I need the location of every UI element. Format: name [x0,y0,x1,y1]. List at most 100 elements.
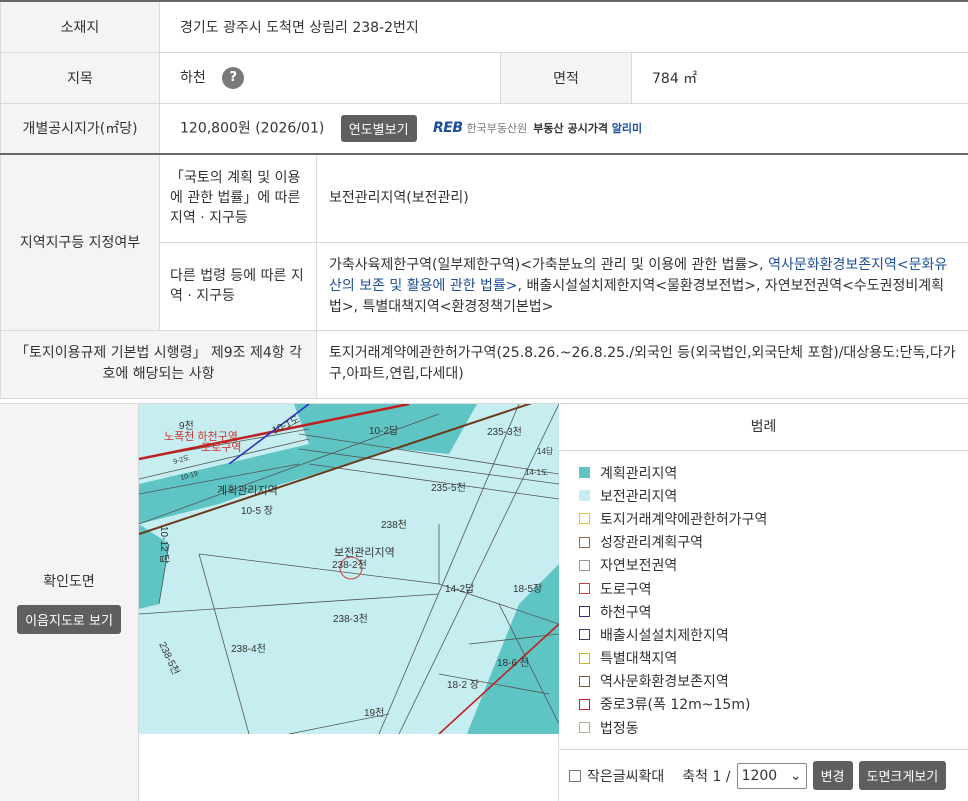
confirm-label: 확인도면 [43,571,95,591]
legend-item: 보전관리지역 [579,484,968,507]
legend-swatch [579,537,590,548]
legend-swatch [579,629,590,640]
legend-label: 특별대책지역 [600,648,677,668]
legend-item: 역사문화환경보존지역 [579,670,968,693]
location-value: 경기도 광주시 도척면 상림리 238-2번지 [160,1,968,52]
regulation-value: 토지거래계약에관한허가구역(25.8.26.~26.8.25./외국인 등(외국… [317,330,968,398]
map-label-235-3: 235-3천 [487,426,522,438]
map-label-14: 14답 [537,446,554,456]
legend-label: 도로구역 [600,579,652,599]
legend-item: 성장관리계획구역 [579,531,968,554]
legend-label: 배출시설설치제한지역 [600,625,729,645]
legend-item: 자연보전권역 [579,554,968,577]
legend-label: 하천구역 [600,602,652,622]
legend-label: 토지거래계약에관한허가구역 [600,509,767,529]
national-zone-label: 「국토의 계획 및 이용에 관한 법률」에 따른 지역 · 지구등 [160,154,317,242]
legend-label: 성장관리계획구역 [600,532,703,552]
legend-swatch [579,583,590,594]
regulation-label: 「토지이용규제 기본법 시행령」 제9조 제4항 각 호에 해당되는 사항 [1,330,317,398]
reb-link[interactable]: REB 한국부동산원 부동산 공시가격 알리미 [433,120,642,136]
yearly-view-button[interactable]: 연도별보기 [341,115,417,142]
national-zone-value: 보전관리지역(보전관리) [317,154,968,242]
price-value: 120,800원 (2026/01) [180,120,324,136]
legend-swatch [579,560,590,571]
legend-item: 특별대책지역 [579,647,968,670]
legend-item: 도로구역 [579,577,968,600]
legend-swatch [579,722,590,733]
map-label-238-2: 238-2천 [332,559,367,571]
legend-swatch [579,653,590,664]
other-zone-part1: 가축사육제한구역(일부제한구역)<가축분뇨의 관리 및 이용에 관한 법률>, [329,257,768,273]
map-label-10-2: 10-2답 [369,425,398,437]
legend-label: 중로3류(폭 12m~15m) [600,694,750,714]
price-cell: 120,800원 (2026/01) 연도별보기 REB 한국부동산원 부동산 … [160,103,968,154]
legend-panel: 범례 계획관리지역보전관리지역토지거래계약에관한허가구역성장관리계획구역자연보전… [559,404,968,801]
legend-label: 법정동 [600,718,639,738]
legend-label: 역사문화환경보존지역 [600,671,729,691]
legend-swatch [579,699,590,710]
legend-item: 중로3류(폭 12m~15m) [579,693,968,716]
legend-list: 계획관리지역보전관리지역토지거래계약에관한허가구역성장관리계획구역자연보전권역도… [559,451,968,739]
reb-service-hl: 알리미 [612,122,642,135]
legend-swatch [579,467,590,478]
map-label-19: 19천 [364,707,384,719]
small-text-checkbox[interactable] [569,770,581,782]
map-label-plan-zone: 계획관리지역 [217,484,278,497]
map-label-road-a: 노폭천 하천구역 [164,429,238,443]
legend-item: 배출시설설치제한지역 [579,623,968,646]
map-label-10-5: 10-5 장 [241,505,273,517]
scale-apply-button[interactable]: 변경 [813,761,853,790]
legend-item: 토지거래계약에관한허가구역 [579,507,968,530]
other-zone-value: 가축사육제한구역(일부제한구역)<가축분뇨의 관리 및 이용에 관한 법률>, … [317,242,968,330]
cadastral-map[interactable]: 9천 10-1도 10-2답 235-3천 14답 14-1도 10-19 9-… [139,404,559,801]
legend-title: 범례 [559,404,968,451]
map-label-road-b: 도로구역 [201,441,241,454]
reb-service-prefix: 부동산 공시가격 [533,122,608,135]
map-label-14-2: 14-2답 [445,583,474,595]
area-label: 면적 [501,52,632,103]
question-icon[interactable]: ? [222,67,244,89]
legend-item: 법정동 [579,716,968,739]
confirm-map-section: 확인도면 이음지도로 보기 [0,403,968,800]
legend-swatch [579,490,590,501]
map-canvas: 9천 10-1도 10-2답 235-3천 14답 14-1도 10-19 9-… [139,404,559,734]
legend-footer: 작은글씨확대 축척 1 / 1200 ⌄ 변경 도면크게보기 [559,749,968,801]
scale-value: 1200 [742,768,778,784]
chevron-down-icon: ⌄ [790,768,802,784]
land-category-value: 하천 [180,70,206,86]
map-label-cons-zone: 보전관리지역 [334,546,395,559]
legend-swatch [579,606,590,617]
print-map-button[interactable]: 도면크게보기 [859,761,947,790]
map-label-18-5: 18-5장 [513,583,542,595]
small-text-label: 작은글씨확대 [587,766,664,786]
reb-service: 부동산 공시가격 알리미 [533,120,642,136]
confirm-label-cell: 확인도면 이음지도로 보기 [0,404,139,801]
map-label-14-1: 14-1도 [525,468,548,477]
map-label-238: 238천 [381,519,407,531]
reb-logo: REB [433,120,463,136]
price-label: 개별공시지가(㎡당) [1,103,160,154]
map-label-238-3: 238-3천 [333,613,368,625]
legend-label: 보전관리지역 [600,486,677,506]
legend-swatch [579,513,590,524]
map-label-18-2: 18-2 장 [447,679,479,691]
legend-label: 자연보전권역 [600,555,677,575]
reb-org: 한국부동산원 [467,120,528,136]
scale-select[interactable]: 1200 ⌄ [737,763,807,789]
map-label-235-5: 235-5천 [431,482,466,494]
land-category-cell: 하천 ? [160,52,501,103]
location-label: 소재지 [1,1,160,52]
legend-label: 계획관리지역 [600,463,677,483]
map-label-10-12: 10-12 답 [158,526,170,564]
other-zone-label: 다른 법령 등에 따른 지역 · 지구등 [160,242,317,330]
area-value: 784 ㎡ [632,52,968,103]
legend-item: 하천구역 [579,600,968,623]
scale-label: 축척 1 / [682,766,730,786]
eum-map-button[interactable]: 이음지도로 보기 [17,605,121,634]
legend-swatch [579,676,590,687]
zones-label: 지역지구등 지정여부 [1,154,160,330]
map-label-18-6: 18-6 천 [497,657,529,669]
land-category-label: 지목 [1,52,160,103]
map-label-238-4: 238-4천 [231,643,266,655]
legend-item: 계획관리지역 [579,461,968,484]
